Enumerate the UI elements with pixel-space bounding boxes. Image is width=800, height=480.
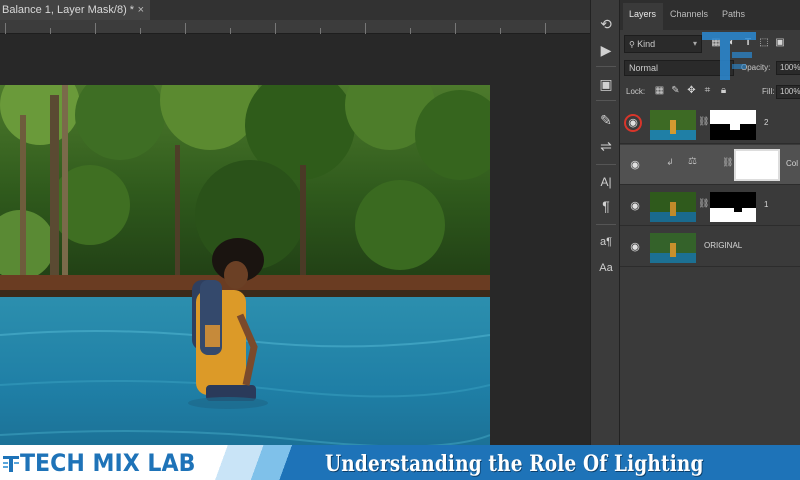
document-tab-bar: Balance 1, Layer Mask/8) * × <box>0 0 590 20</box>
document-tab[interactable]: Balance 1, Layer Mask/8) * × <box>0 0 150 20</box>
lock-label: Lock: <box>626 87 646 96</box>
layer-thumbnail <box>650 233 696 263</box>
paragraph-styles-icon[interactable]: Aa <box>596 258 616 278</box>
close-tab-icon[interactable]: × <box>138 0 144 20</box>
layer-mask-thumbnail[interactable] <box>710 110 756 140</box>
panel-tools-strip: ⟲ ▶ ▣ ✎ ⇌ A| ¶ a¶ Aa <box>590 0 620 445</box>
canvas-photo[interactable] <box>0 85 490 480</box>
banner-headline: Understanding the Role Of Lighting <box>325 451 704 477</box>
link-chain-icon[interactable]: ⛓ <box>698 116 709 127</box>
filter-kind-value: Kind <box>637 39 656 49</box>
tab-layers[interactable]: Layers <box>629 9 656 19</box>
layer-thumbnail <box>650 110 696 140</box>
layer-comps-icon[interactable]: ▣ <box>596 74 616 94</box>
photoshop-window: Balance 1, Layer Mask/8) * × ⟲ ▶ ▣ ✎ ⇌ A… <box>0 0 800 480</box>
blend-mode-value: Normal <box>629 63 659 73</box>
document-tab-title: Balance 1, Layer Mask/8) * <box>2 4 135 16</box>
opacity-value: 100% <box>780 63 800 72</box>
layer-row-original[interactable]: ◉ ORIGINAL <box>620 227 800 267</box>
lock-artboard-icon[interactable]: ⌗ <box>702 85 713 97</box>
fill-label: Fill: <box>762 87 775 96</box>
paragraph-icon[interactable]: ¶ <box>596 196 616 216</box>
brand-name: TECH MIX LAB <box>20 449 195 477</box>
visibility-eye-icon[interactable]: ◉ <box>624 114 642 132</box>
watermark-logo <box>702 32 756 80</box>
lock-transparent-icon[interactable]: ▦ <box>654 85 665 97</box>
fill-field[interactable]: 100% <box>776 85 800 99</box>
layer-row-1[interactable]: ◉ ⛓ 1 <box>620 186 800 226</box>
layer-mask-thumbnail[interactable] <box>710 192 756 222</box>
adjustments-icon[interactable]: ⇌ <box>596 136 616 156</box>
tab-channels[interactable]: Channels <box>670 9 708 19</box>
layer-thumbnail <box>650 192 696 222</box>
character-icon[interactable]: A| <box>596 172 616 192</box>
smart-object-filter-icon[interactable]: ▣ <box>774 37 786 49</box>
link-chain-icon[interactable]: ⛓ <box>722 157 733 168</box>
history-brush-icon[interactable]: ⟲ <box>596 14 616 34</box>
lock-position-icon[interactable]: ✥ <box>686 85 697 97</box>
brand-tech: TECH <box>20 449 85 477</box>
layer-name: 1 <box>764 200 769 209</box>
layer-row-2[interactable]: ◉ ⛓ 2 <box>620 104 800 144</box>
visibility-eye-icon[interactable]: ◉ <box>628 158 642 172</box>
lock-row: Lock: ▦ ✎ ✥ ⌗ 🔒︎ Fill: 100% <box>624 85 800 99</box>
clip-arrow-icon: ↲ <box>666 157 674 167</box>
photo-forest-river <box>0 85 490 480</box>
fill-value: 100% <box>780 87 800 96</box>
lock-image-icon[interactable]: ✎ <box>670 85 681 97</box>
play-icon[interactable]: ▶ <box>596 40 616 60</box>
shape-filter-icon[interactable]: ⬚ <box>758 37 770 49</box>
lock-all-icon[interactable]: 🔒︎ <box>718 85 729 97</box>
visibility-eye-icon[interactable]: ◉ <box>628 240 642 254</box>
brand-logo-icon <box>3 456 19 472</box>
chevron-down-icon: ▾ <box>692 39 697 48</box>
brush-icon[interactable]: ✎ <box>596 110 616 130</box>
layer-mask-thumbnail[interactable] <box>734 149 780 181</box>
canvas-workspace[interactable] <box>0 35 590 480</box>
opacity-field[interactable]: 100% <box>776 61 800 75</box>
bottom-banner: TECH MIX LAB Understanding the Role Of L… <box>0 445 800 480</box>
brand-mix: MIX <box>92 449 140 477</box>
link-chain-icon[interactable]: ⛓ <box>698 198 709 209</box>
horizontal-ruler <box>0 20 590 34</box>
tab-paths[interactable]: Paths <box>722 9 745 19</box>
search-icon: ⚲ <box>629 40 638 49</box>
layer-name: Col <box>786 159 799 168</box>
character-styles-icon[interactable]: a¶ <box>596 232 616 252</box>
layer-name: 2 <box>764 118 769 127</box>
layer-row-color-balance[interactable]: ◉ ↲ ⚖ ⛓ Col <box>620 145 800 185</box>
layer-name: ORIGINAL <box>704 241 743 250</box>
visibility-eye-icon[interactable]: ◉ <box>628 199 642 213</box>
brand-lab: LAB <box>147 449 196 477</box>
filter-kind-select[interactable]: ⚲ Kind ▾ <box>624 35 702 53</box>
color-balance-icon: ⚖ <box>688 156 697 167</box>
